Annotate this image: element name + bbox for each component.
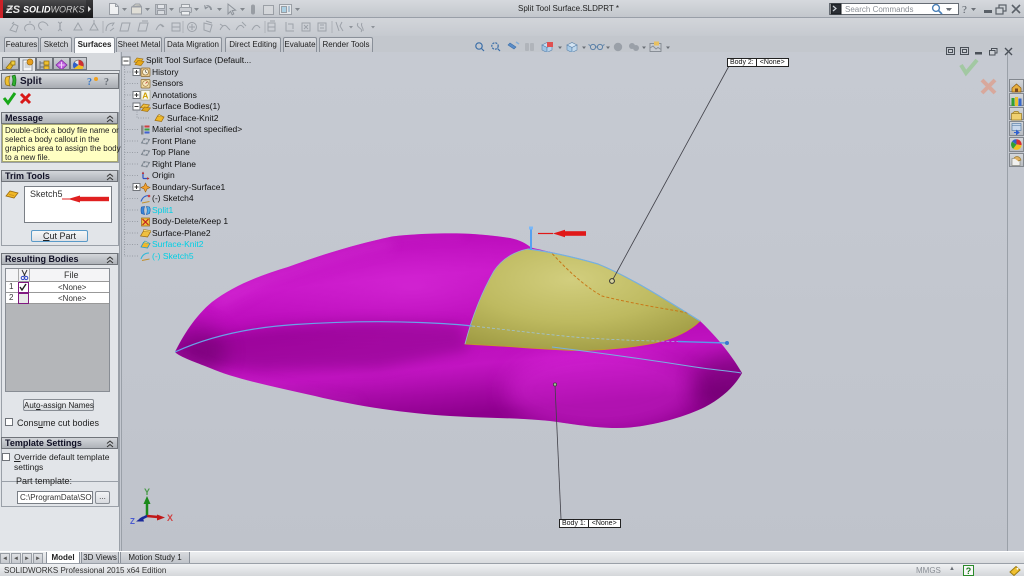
svg-text:?: ? — [962, 4, 967, 16]
svg-text:X: X — [167, 513, 173, 523]
svg-text:A: A — [142, 90, 148, 100]
svg-text:Z: Z — [130, 517, 135, 525]
svg-text:Y: Y — [144, 487, 150, 497]
